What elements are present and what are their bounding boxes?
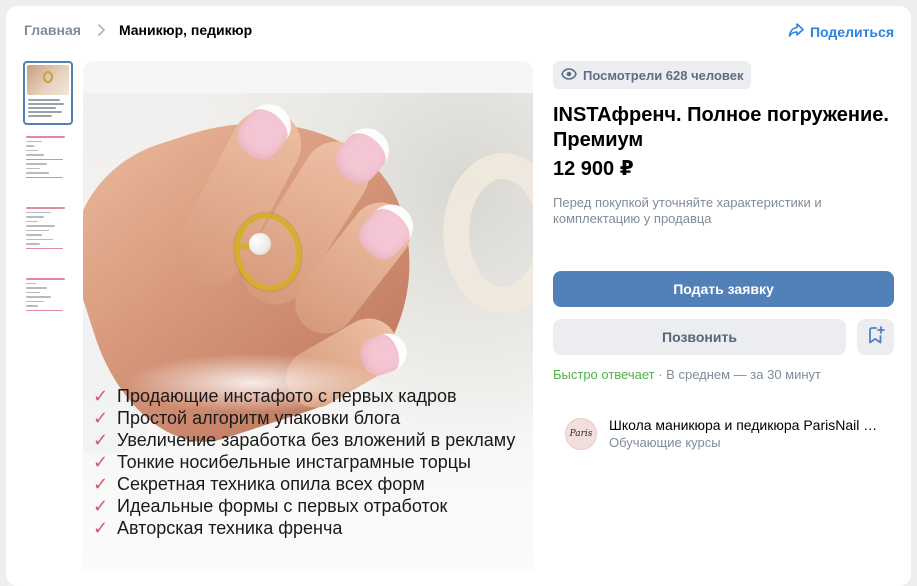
photo-feature: ✓ Тонкие носибельные инстаграмные торцы [93,451,471,472]
call-button[interactable]: Позвонить [553,319,846,355]
seller-link[interactable]: Paris Школа маникюра и педикюра ParisNai… [565,416,877,451]
photo-feature-list: ✓ Продающие инстафото с первых кадров ✓ Пр… [93,385,533,539]
photo-feature: ✓ Секретная техника опила всех форм [93,473,425,494]
photo-feature: ✓ Увеличение заработка без вложений в рек… [93,429,516,450]
seller-avatar: Paris [565,417,597,450]
check-icon: ✓ [93,496,109,516]
views-badge: Посмотрели 628 человек [553,61,752,89]
add-bookmark-button[interactable] [857,319,894,355]
breadcrumb-current: Маникюр, педикюр [118,22,253,38]
bookmark-add-icon [866,325,886,350]
check-icon: ✓ [93,430,109,450]
photo-feature: ✓ Продающие инстафото с первых кадров [93,385,457,406]
apply-button[interactable]: Подать заявку [553,271,894,307]
breadcrumb: Главная Маникюр, педикюр [24,22,252,38]
check-icon: ✓ [93,386,109,406]
breadcrumb-home[interactable]: Главная [24,22,81,38]
check-icon: ✓ [93,474,109,494]
chevron-right-icon [93,22,109,38]
thumbnail-4[interactable] [23,274,73,338]
thumbnail-2[interactable] [23,132,73,196]
response-average: · В среднем — за 30 минут [654,367,821,382]
purchase-note: Перед покупкой уточняйте характеристики … [553,195,822,226]
product-photo[interactable]: ✓ Продающие инстафото с первых кадров ✓ Пр… [83,61,533,571]
photo-feature: ✓ Авторская техника френча [93,517,343,538]
product-price: 12 900 ₽ [553,158,634,180]
seller-name: Школа маникюра и педикюра ParisNail … [609,417,878,433]
thumbnail-1[interactable] [23,61,73,125]
product-title: INSTAфренч. Полное погружение. Премиум [553,104,889,151]
views-label: Посмотрели 628 человек [583,67,744,83]
share-button[interactable]: Поделиться [788,22,894,41]
check-icon: ✓ [93,518,109,538]
share-label: Поделиться [809,23,894,40]
share-icon [788,22,810,41]
check-icon: ✓ [93,452,109,472]
response-time: Быстро отвечает · В среднем — за 30 мину… [553,367,821,382]
seller-logo-text: Paris [569,428,593,439]
check-icon: ✓ [93,408,109,428]
response-fast: Быстро отвечает [553,367,655,382]
photo-feature: ✓ Простой алгоритм упаковки блога [93,407,401,428]
thumbnail-list [23,61,75,345]
thumbnail-3[interactable] [23,203,73,267]
seller-category: Обучающие курсы [609,435,721,450]
photo-feature: ✓ Идеальные формы с первых отработок [93,495,448,516]
eye-icon [561,67,583,83]
photo-scene: ✓ Продающие инстафото с первых кадров ✓ Пр… [83,93,533,571]
